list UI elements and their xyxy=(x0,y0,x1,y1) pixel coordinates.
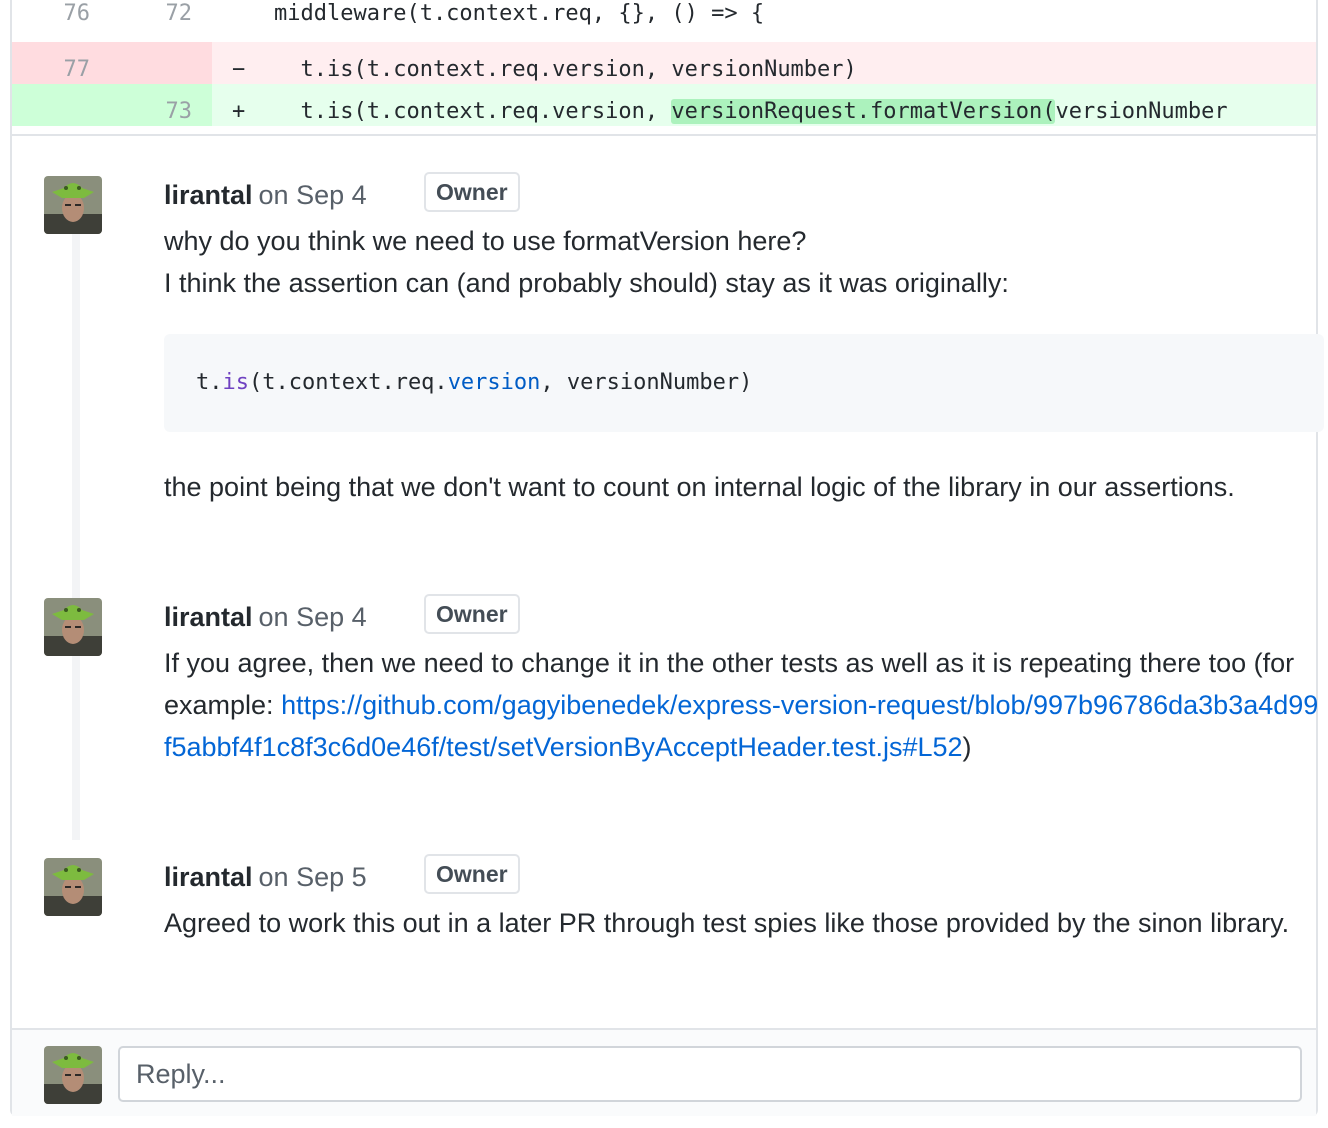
avatar[interactable] xyxy=(44,1046,102,1104)
avatar-icon xyxy=(44,1046,102,1104)
comment-header: lirantal on Sep 4 xyxy=(164,600,367,634)
avatar[interactable] xyxy=(44,858,102,916)
new-line-number[interactable]: 72 xyxy=(112,0,212,28)
code-token: , versionNumber) xyxy=(540,370,753,395)
timestamp-link[interactable]: on Sep 4 xyxy=(259,180,367,210)
code-token: version xyxy=(447,370,541,395)
comment-header: lirantal on Sep 4 xyxy=(164,178,367,212)
owner-badge: Owner xyxy=(424,172,520,212)
diff-code-highlight: versionRequest.formatVersion( xyxy=(671,99,1056,124)
diff-line-added: 73 + t.is(t.context.req.version, version… xyxy=(12,84,1316,126)
comment-text: I think the assertion can (and probably … xyxy=(164,268,1009,298)
old-line-number[interactable]: 77 xyxy=(12,42,112,84)
addition-marker: + xyxy=(232,99,246,124)
old-line-number[interactable]: 76 xyxy=(12,0,112,28)
diff-line-deleted: 77 − t.is(t.context.req.version, version… xyxy=(12,42,1316,84)
timestamp-link[interactable]: on Sep 5 xyxy=(259,862,367,892)
code-token: is xyxy=(222,370,250,395)
diff-snippet: 76 72 middleware(t.context.req, {}, () =… xyxy=(12,0,1316,136)
avatar-icon xyxy=(44,858,102,916)
avatar[interactable] xyxy=(44,598,102,656)
diff-code: t.is(t.context.req.version, versionReque… xyxy=(274,84,1228,134)
comment-text-part: ) xyxy=(962,732,972,762)
author-link[interactable]: lirantal xyxy=(164,180,253,210)
avatar-icon xyxy=(44,176,102,234)
comment-text: the point being that we don't want to co… xyxy=(164,472,1235,502)
code-token: (t.context.req. xyxy=(249,370,448,395)
new-line-number[interactable] xyxy=(112,42,212,84)
reply-bar: Reply... xyxy=(12,1028,1316,1116)
comment-body: Agreed to work this out in a later PR th… xyxy=(164,902,1324,944)
new-line-number[interactable]: 73 xyxy=(112,84,212,126)
code-token: t. xyxy=(196,370,223,395)
diff-code: middleware(t.context.req, {}, () => { xyxy=(274,1,765,26)
review-thread: 76 72 middleware(t.context.req, {}, () =… xyxy=(10,0,1324,1116)
diff-line-context: 76 72 middleware(t.context.req, {}, () =… xyxy=(12,0,1316,28)
avatar-icon xyxy=(44,598,102,656)
timestamp-link[interactable]: on Sep 4 xyxy=(259,602,367,632)
author-link[interactable]: lirantal xyxy=(164,862,253,892)
owner-badge: Owner xyxy=(424,594,520,634)
author-link[interactable]: lirantal xyxy=(164,602,253,632)
reply-input[interactable]: Reply... xyxy=(118,1046,1302,1102)
old-line-number[interactable] xyxy=(12,84,112,126)
comment-body: why do you think we need to use formatVe… xyxy=(164,220,1324,508)
avatar[interactable] xyxy=(44,176,102,234)
comment-text: If you agree, then we need to change it … xyxy=(164,642,1324,768)
diff-code-post: versionNumber xyxy=(1055,99,1228,124)
owner-badge: Owner xyxy=(424,854,520,894)
comment-header: lirantal on Sep 5 xyxy=(164,860,367,894)
comment-body: If you agree, then we need to change it … xyxy=(164,642,1324,768)
diff-code-pre: t.is(t.context.req.version, xyxy=(274,99,672,124)
code-block: t.is(t.context.req.version, versionNumbe… xyxy=(164,334,1324,432)
comment-text: Agreed to work this out in a later PR th… xyxy=(164,908,1290,938)
comment-text: why do you think we need to use formatVe… xyxy=(164,226,807,256)
timeline-line xyxy=(72,200,80,840)
commit-link[interactable]: https://github.com/gagyibenedek/express-… xyxy=(164,690,1318,762)
